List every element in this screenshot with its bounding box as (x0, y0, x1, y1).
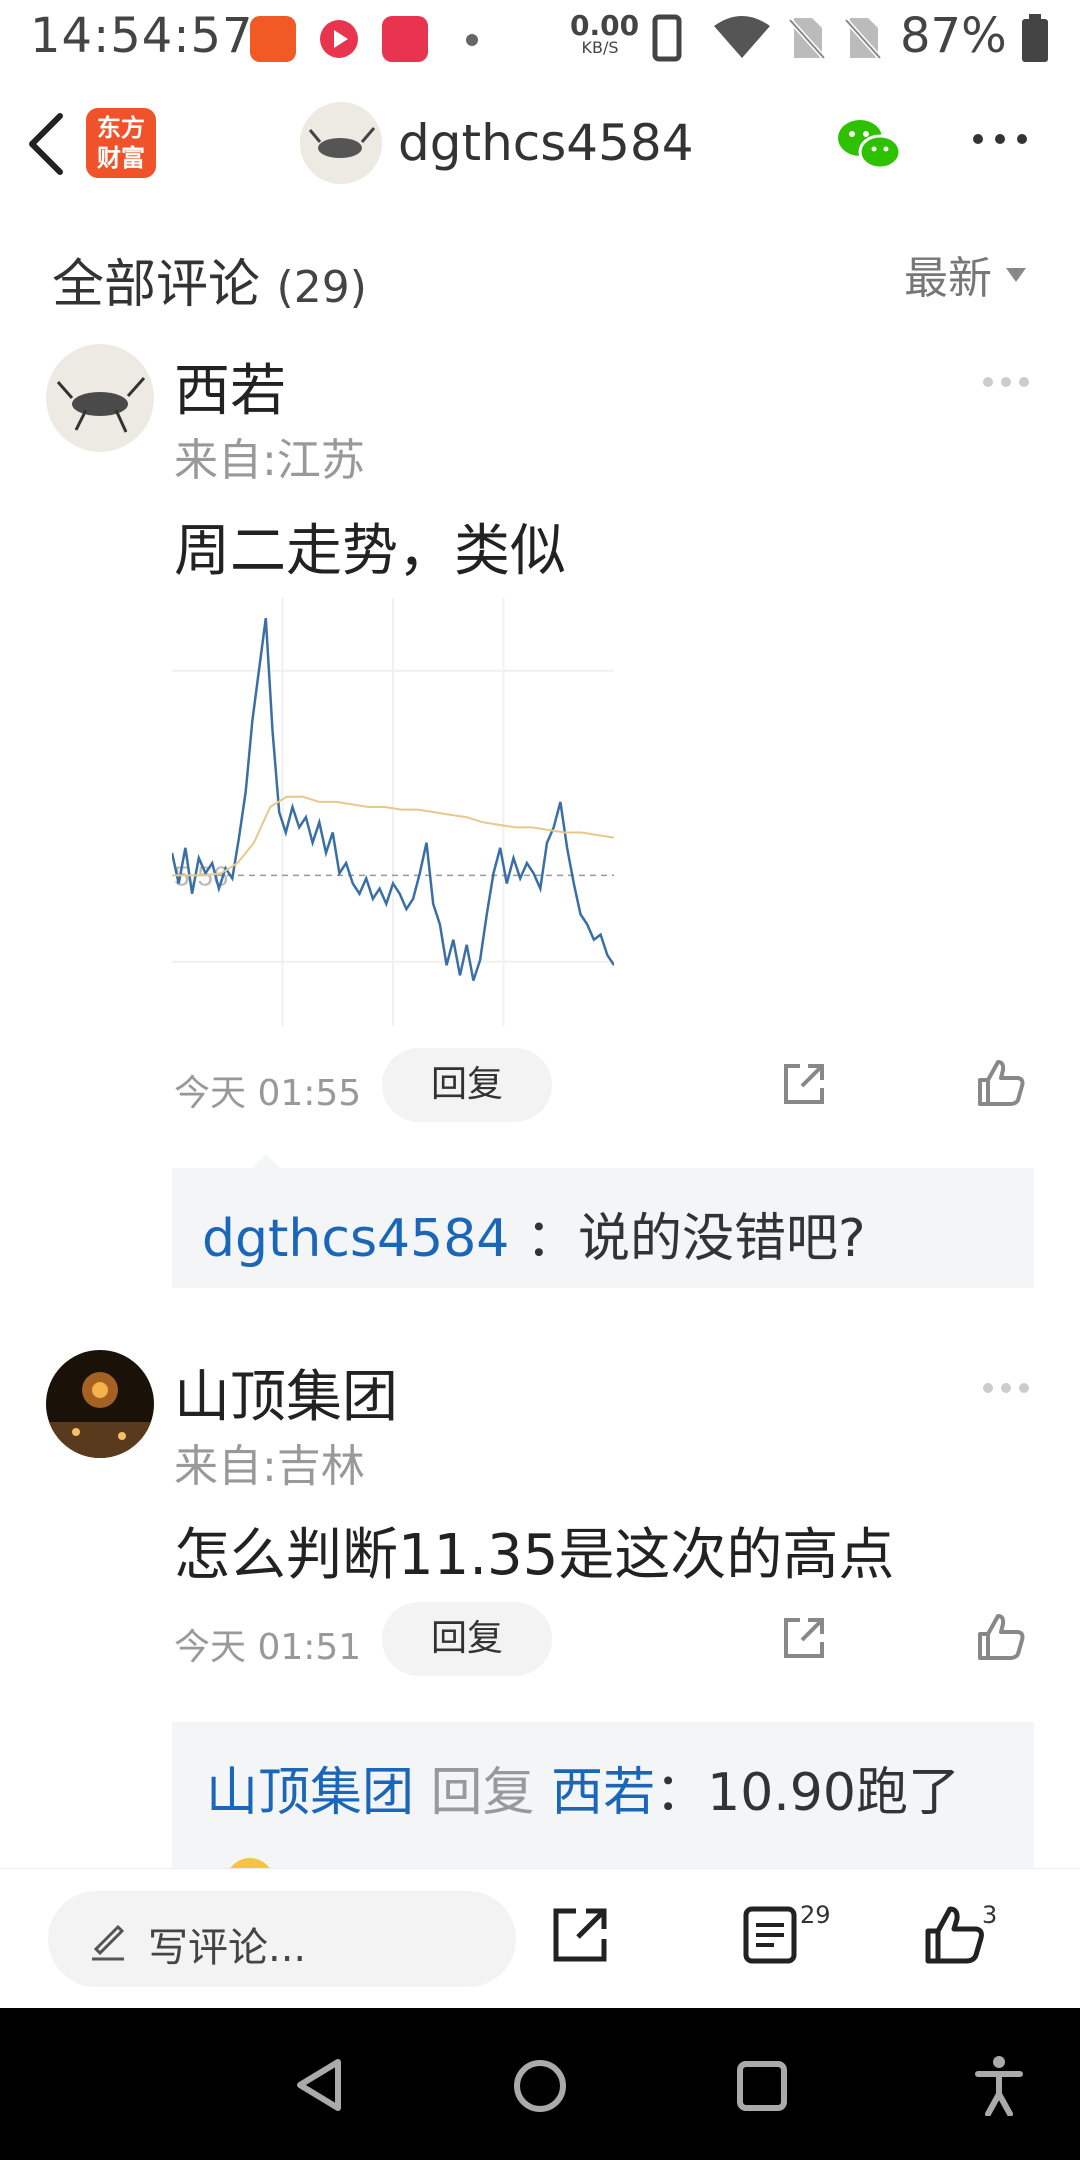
wifi-icon (714, 16, 770, 58)
back-arrow-icon[interactable] (24, 112, 68, 176)
reply-text: ：10.90跑了 (655, 1763, 960, 1823)
app-icon-toutiao (382, 16, 428, 62)
accessibility-icon[interactable] (974, 2054, 1024, 2116)
reply-button[interactable]: 回复 (382, 1048, 552, 1122)
sort-dropdown[interactable]: 最新 (904, 242, 1026, 306)
recents-square-icon[interactable] (736, 2060, 788, 2112)
comment-text: 周二走势，类似 (174, 519, 566, 584)
sort-label: 最新 (904, 253, 992, 304)
wechat-icon[interactable] (836, 116, 902, 174)
reply-username[interactable]: dgthcs4584 (202, 1209, 509, 1269)
commenter-location: 来自:吉林 (174, 1441, 365, 1492)
app-icon-video (316, 16, 362, 62)
commenter-avatar[interactable] (46, 344, 154, 452)
no-sim-icon (788, 18, 826, 60)
reply-action: 回复 (430, 1763, 535, 1823)
comments-count: (29) (276, 262, 367, 313)
like-icon[interactable] (924, 1905, 986, 1965)
write-comment-input[interactable]: 写评论... (48, 1891, 516, 1987)
share-icon[interactable] (780, 1614, 828, 1662)
comments-icon[interactable] (742, 1905, 798, 1965)
write-comment-placeholder: 写评论... (148, 1925, 307, 1971)
pencil-icon (92, 1924, 125, 1961)
author-username[interactable]: dgthcs4584 (398, 114, 694, 172)
comment-more-icon[interactable] (982, 376, 1030, 388)
app-icon-orange (250, 16, 296, 62)
more-options-icon[interactable] (972, 132, 1028, 146)
commenter-location: 来自:江苏 (174, 435, 365, 486)
comment-time: 今天 01:51 (174, 1627, 362, 1668)
top-nav-bar: 东方 财富 dgthcs4584 (0, 96, 1080, 196)
reply-thread[interactable]: 山顶集团 回复 西若：10.90跑了 (172, 1722, 1034, 1868)
author-avatar[interactable] (300, 102, 382, 184)
comment-text: 怎么判断11.35是这次的高点 (174, 1523, 895, 1588)
comments-header: 全部评论 (29) (52, 242, 367, 317)
bottom-action-bar: 写评论... 29 3 (0, 1868, 1080, 2008)
like-icon[interactable] (976, 1612, 1026, 1662)
clock: 14:54:57 (30, 8, 254, 64)
system-navigation-bar (0, 2008, 1080, 2160)
reply-separator: ： (525, 1209, 578, 1269)
share-icon[interactable] (550, 1905, 610, 1965)
reply-text: 说的没错吧? (577, 1209, 866, 1269)
battery-percent: 87% (900, 8, 1007, 64)
comment-more-icon[interactable] (982, 1382, 1030, 1394)
eastmoney-logo[interactable]: 东方 财富 (86, 108, 156, 178)
reply-thread[interactable]: dgthcs4584 ：说的没错吧? (172, 1154, 1034, 1288)
comments-title: 全部评论 (52, 255, 261, 315)
net-speed: 0.00 KB/S (570, 9, 640, 57)
intraday-chart[interactable]: 5.56 (172, 598, 614, 1026)
no-sim-icon-2 (844, 18, 882, 60)
reply-username[interactable]: 山顶集团 (206, 1763, 414, 1823)
home-circle-icon[interactable] (512, 2058, 568, 2114)
reply-target-username[interactable]: 西若 (551, 1763, 655, 1823)
comment-time: 今天 01:55 (174, 1073, 362, 1114)
emoji-icon (226, 1858, 274, 1868)
like-count-badge: 3 (982, 1901, 998, 1929)
back-triangle-icon[interactable] (294, 2058, 344, 2112)
battery-icon (1022, 14, 1048, 62)
share-icon[interactable] (780, 1060, 828, 1108)
comments-count-badge: 29 (800, 1901, 831, 1929)
chevron-down-icon (1006, 268, 1026, 282)
like-icon[interactable] (976, 1058, 1026, 1108)
commenter-avatar[interactable] (46, 1350, 154, 1458)
more-notifications-dot (466, 34, 478, 46)
commenter-name[interactable]: 山顶集团 (174, 1352, 398, 1433)
reply-button[interactable]: 回复 (382, 1602, 552, 1676)
commenter-name[interactable]: 西若 (174, 346, 286, 427)
phone-icon (652, 14, 682, 62)
status-bar: 14:54:57 0.00 KB/S 87% (0, 0, 1080, 76)
